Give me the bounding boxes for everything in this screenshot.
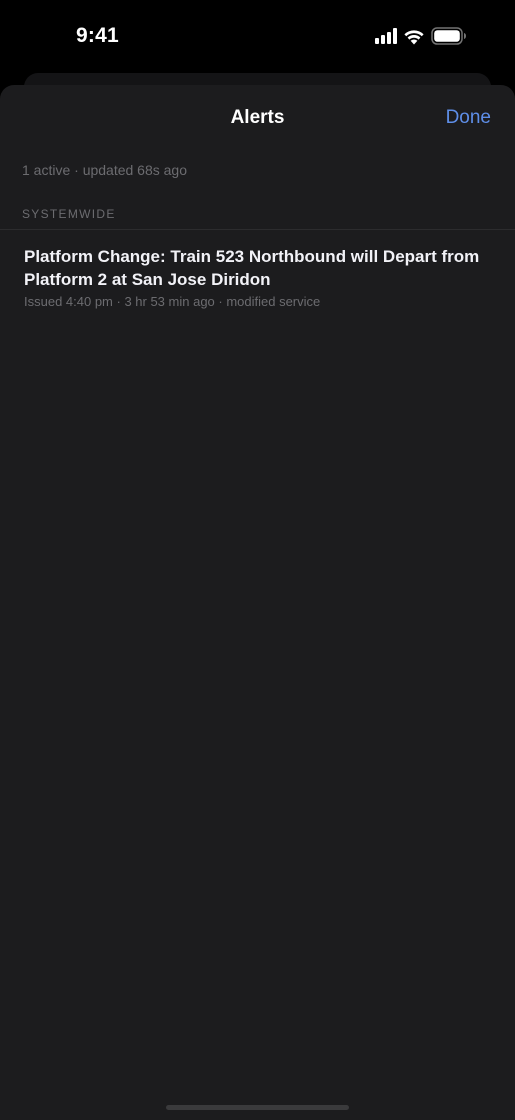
page-title: Alerts: [230, 107, 285, 128]
done-button[interactable]: Done: [446, 107, 491, 129]
home-indicator[interactable]: [166, 1105, 349, 1110]
section-header-systemwide: SYSTEMWIDE: [22, 207, 116, 221]
cellular-signal-icon: [375, 28, 397, 44]
alerts-sheet: Alerts Done 1 active · updated 68s ago S…: [0, 85, 515, 1120]
status-bar: 9:41: [0, 0, 515, 72]
alert-title: Platform Change: Train 523 Northbound wi…: [24, 247, 480, 289]
section-divider: [0, 229, 515, 230]
status-time: 9:41: [76, 24, 119, 47]
alerts-summary: 1 active · updated 68s ago: [22, 162, 188, 178]
alert-row[interactable]: Platform Change: Train 523 Northbound wi…: [24, 245, 484, 309]
status-icons: [375, 27, 467, 45]
alert-meta: Issued 4:40 pm · 3 hr 53 min ago · modif…: [24, 294, 321, 309]
wifi-icon: [404, 29, 424, 44]
battery-icon: [431, 27, 466, 45]
